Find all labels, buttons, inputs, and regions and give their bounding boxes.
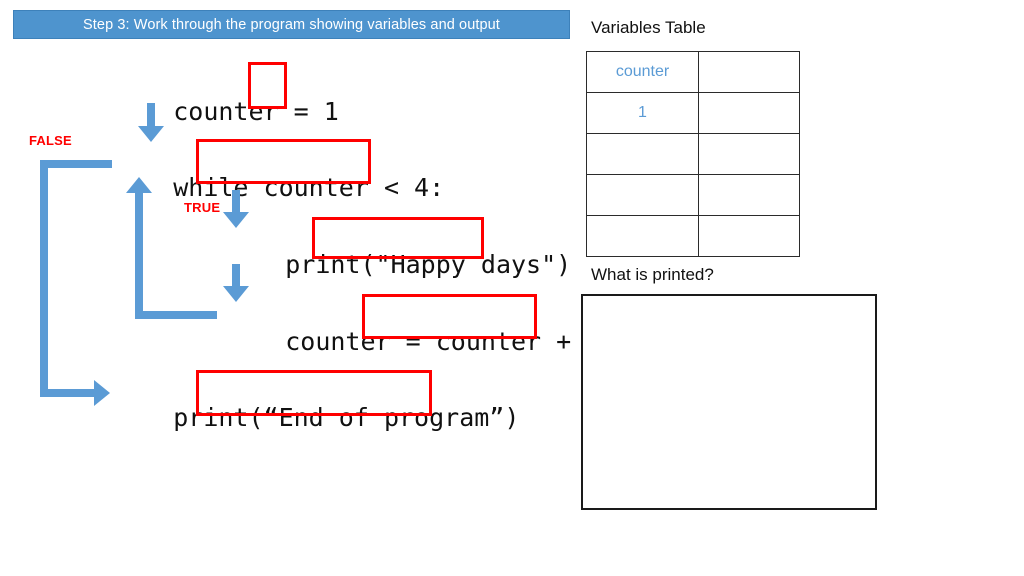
flow-arrow-shaft-1 xyxy=(147,103,155,127)
table-cell-variable-value[interactable] xyxy=(698,215,800,257)
code-text-counter-assign: counter = xyxy=(173,97,324,126)
table-row[interactable] xyxy=(586,215,800,257)
code-text-print-close-1: ) xyxy=(556,250,572,279)
code-text-value-one: 1 xyxy=(323,97,339,126)
table-cell-variable-value[interactable] xyxy=(698,92,800,134)
table-row[interactable] xyxy=(586,174,800,216)
output-answer-box[interactable] xyxy=(581,294,877,510)
table-row[interactable] xyxy=(586,133,800,175)
table-cell-variable-value[interactable] xyxy=(698,51,800,93)
flow-arrow-head-2 xyxy=(223,212,249,228)
output-box-heading: What is printed? xyxy=(591,265,714,284)
table-cell-variable-name[interactable] xyxy=(586,215,699,257)
variables-table[interactable]: counter 1 xyxy=(586,51,800,257)
code-text-happy-days-string: "Happy days" xyxy=(375,250,557,279)
flow-arrow-shaft-2 xyxy=(232,190,240,214)
code-line-print-happy-days: print("Happy days") xyxy=(225,227,571,302)
flow-loop-segment-horizontal xyxy=(135,311,217,319)
code-text-end-of-program-string: “End of program” xyxy=(263,403,505,432)
flow-false-arrow-head xyxy=(94,380,110,406)
flow-arrow-head-3 xyxy=(223,286,249,302)
flow-false-segment-vertical xyxy=(40,160,48,396)
table-cell-variable-name[interactable] xyxy=(586,174,699,216)
table-cell-variable-name[interactable]: counter xyxy=(586,51,699,93)
flow-false-segment-horizontal-top xyxy=(40,160,112,168)
flow-false-segment-horizontal-bottom xyxy=(40,389,96,397)
table-cell-variable-name[interactable] xyxy=(586,133,699,175)
code-line-print-end-of-program: print(“End of program”) xyxy=(113,380,519,455)
table-row[interactable]: counter xyxy=(586,51,800,93)
code-text-counter-reassign: counter = xyxy=(285,327,436,356)
flow-loop-segment-vertical xyxy=(135,192,143,319)
flow-label-true: TRUE xyxy=(184,200,221,215)
flow-label-false: FALSE xyxy=(29,133,72,148)
variables-table-heading: Variables Table xyxy=(591,18,706,37)
table-cell-variable-value[interactable] xyxy=(698,174,800,216)
step-title-banner: Step 3: Work through the program showing… xyxy=(13,10,570,39)
step-title-text: Step 3: Work through the program showing… xyxy=(83,16,500,33)
code-text-counter-plus-one: counter + 1 xyxy=(435,327,602,356)
code-line-while: while counter < 4: xyxy=(113,150,444,225)
flow-loop-arrow-head xyxy=(126,177,152,193)
code-text-print-close-2: ) xyxy=(504,403,520,432)
code-text-print-call-2: print( xyxy=(173,403,264,432)
table-cell-variable-name[interactable]: 1 xyxy=(586,92,699,134)
flow-arrow-head-1 xyxy=(138,126,164,142)
table-cell-variable-value[interactable] xyxy=(698,133,800,175)
code-line-increment-counter: counter = counter + 1 xyxy=(225,304,601,379)
code-text-print-call-1: print( xyxy=(285,250,376,279)
code-text-while-condition: counter < 4: xyxy=(263,173,445,202)
slide-canvas: Step 3: Work through the program showing… xyxy=(0,0,1024,576)
table-row[interactable]: 1 xyxy=(586,92,800,134)
flow-arrow-shaft-3 xyxy=(232,264,240,288)
code-text-while-keyword: while xyxy=(173,173,264,202)
